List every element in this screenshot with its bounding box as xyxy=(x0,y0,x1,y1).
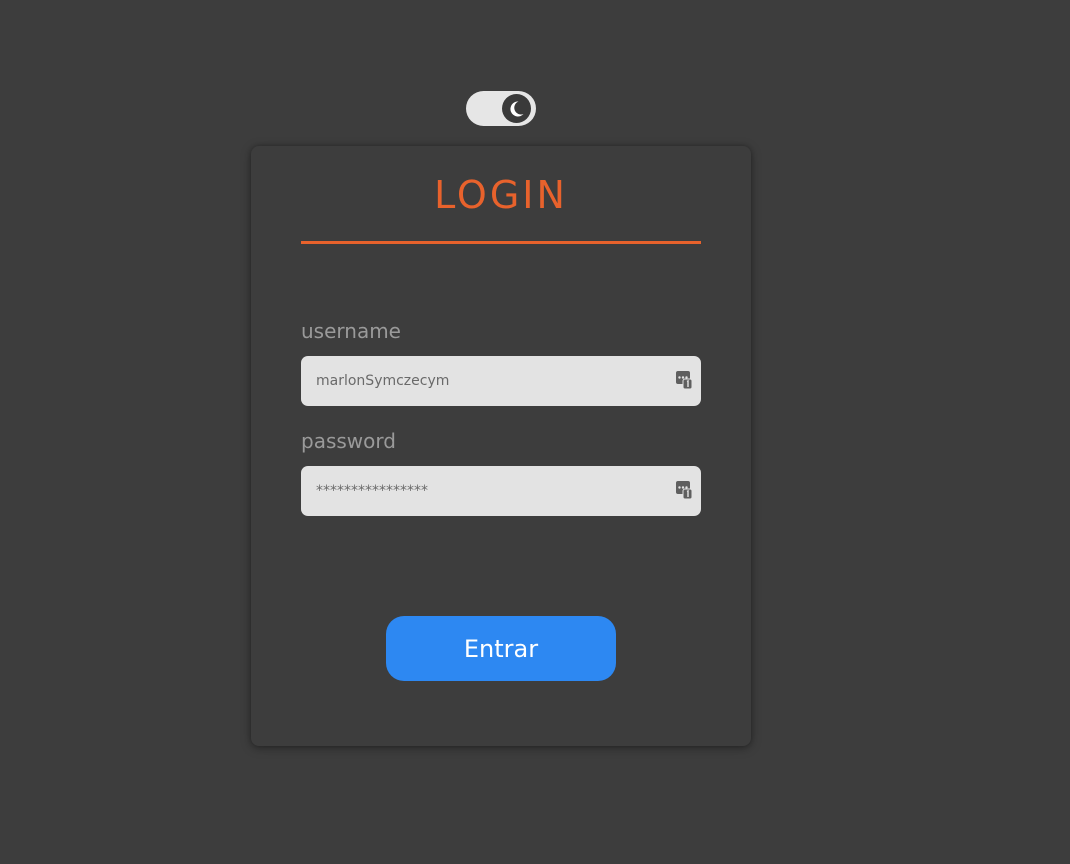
username-input[interactable] xyxy=(301,356,661,406)
password-manager-icon[interactable] xyxy=(676,481,692,499)
username-label: username xyxy=(301,319,401,343)
page: LOGIN username password xyxy=(0,0,1070,864)
title-underline xyxy=(301,241,701,244)
toggle-knob xyxy=(502,94,531,123)
login-card: LOGIN username password xyxy=(251,146,751,746)
password-manager-icon[interactable] xyxy=(676,371,692,389)
moon-icon xyxy=(510,101,524,117)
username-field-wrapper xyxy=(301,356,701,406)
page-title: LOGIN xyxy=(434,173,568,217)
password-input[interactable] xyxy=(301,466,661,516)
theme-toggle[interactable] xyxy=(466,91,536,126)
password-label: password xyxy=(301,429,396,453)
password-field-wrapper xyxy=(301,466,701,516)
submit-button[interactable]: Entrar xyxy=(386,616,616,681)
